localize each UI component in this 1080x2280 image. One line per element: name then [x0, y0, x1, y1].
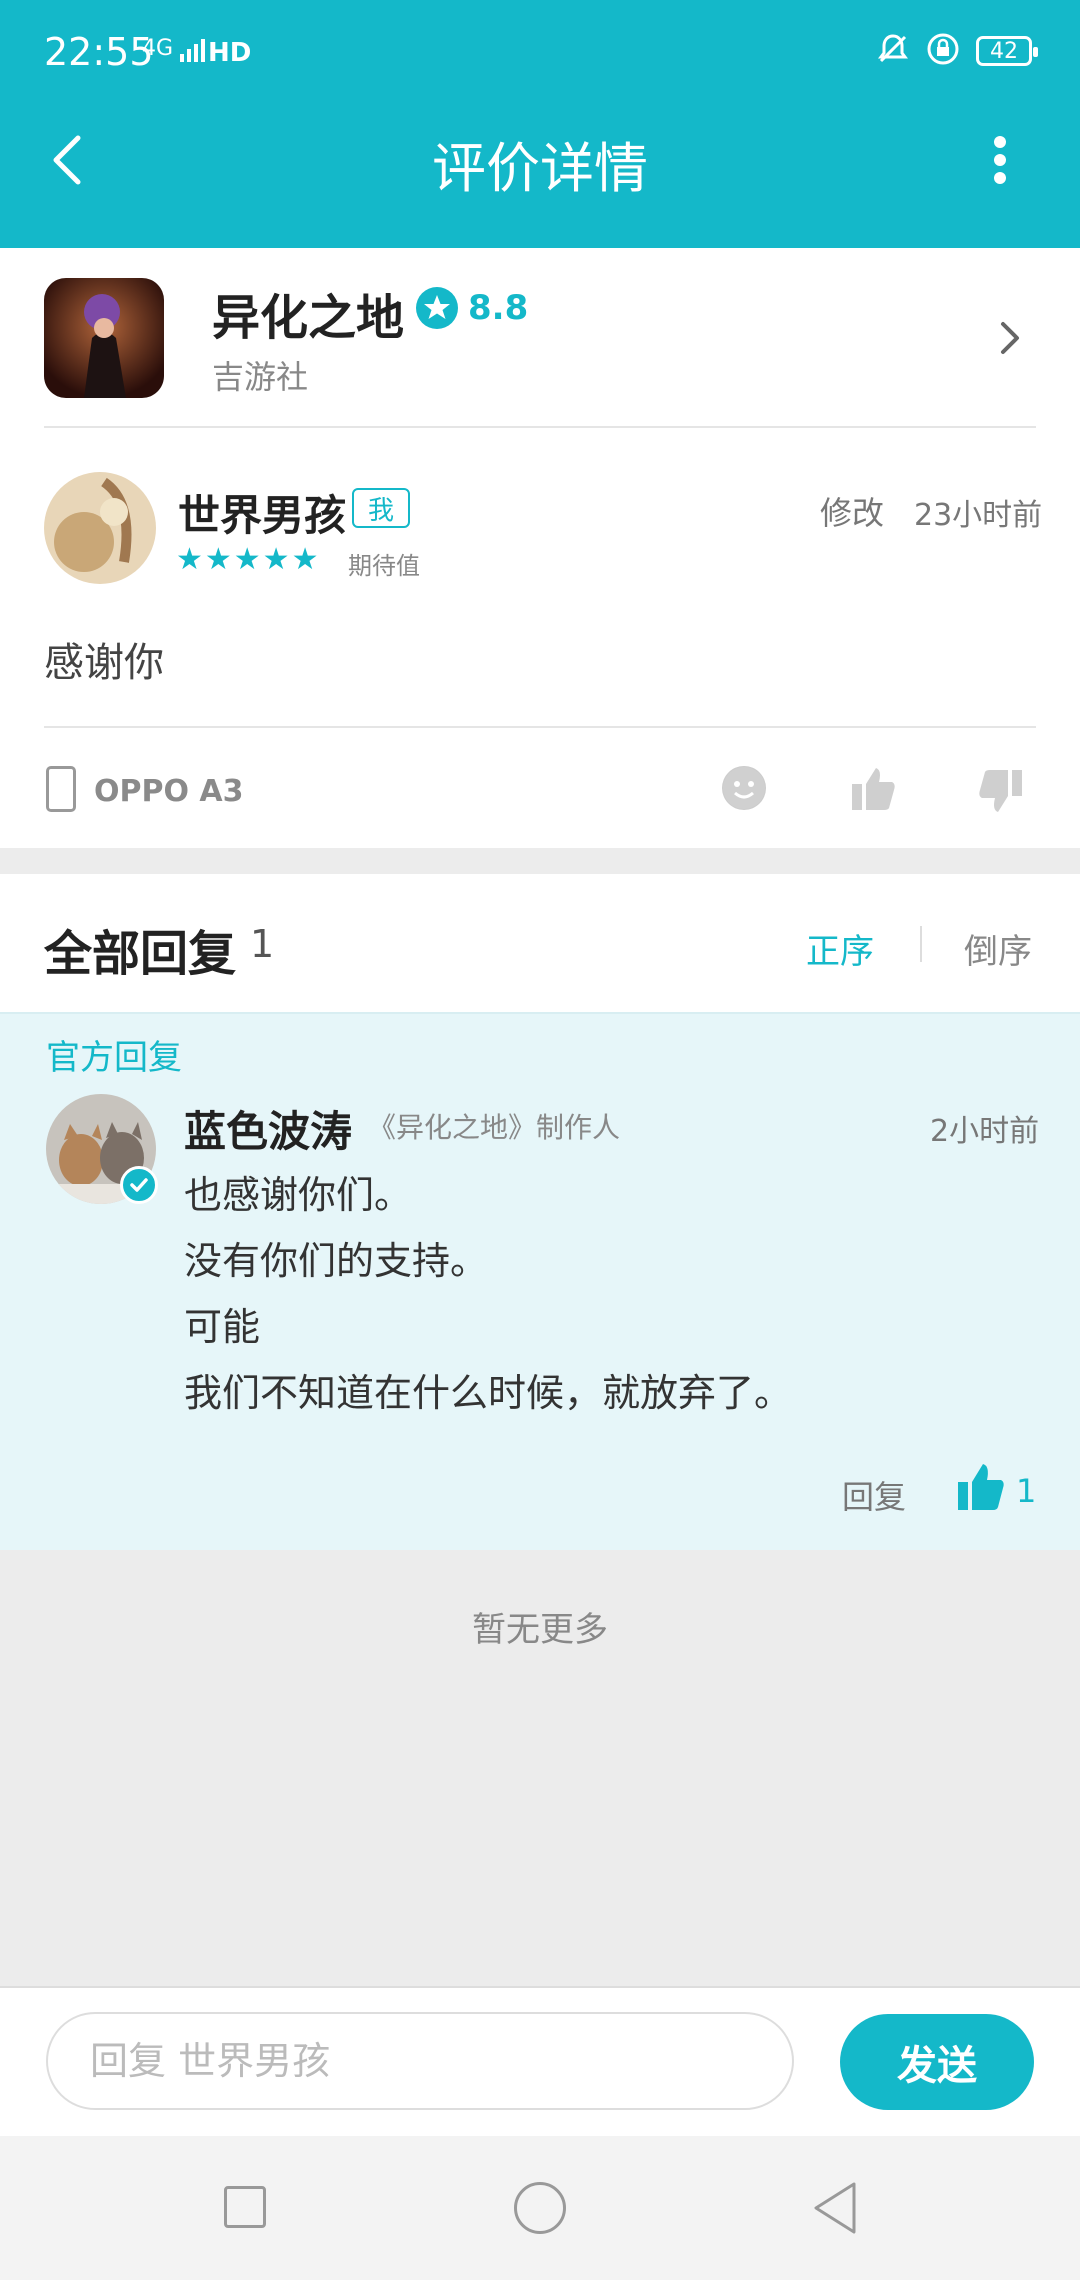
edit-button[interactable]: 修改: [820, 488, 884, 534]
official-reply-card: [0, 1014, 1080, 1550]
send-button[interactable]: 发送: [840, 2014, 1034, 2110]
hd-label: HD: [208, 38, 252, 68]
phone-icon: [46, 766, 76, 812]
sort-descending-button[interactable]: 倒序: [964, 924, 1032, 973]
no-more-label: 暂无更多: [472, 1610, 608, 1650]
avatar[interactable]: [44, 472, 156, 584]
rating-stars: ★★★★★: [176, 542, 321, 577]
replies-count: 1: [250, 922, 275, 966]
status-icons: 42: [876, 32, 1038, 70]
replier-name[interactable]: 蓝色波涛: [184, 1098, 352, 1159]
thumbs-down-icon[interactable]: [976, 766, 1026, 816]
app-publisher: 吉游社: [212, 358, 309, 396]
status-time: 22:55: [44, 30, 154, 74]
device-name: OPPO A3: [94, 774, 244, 809]
app-icon[interactable]: [44, 278, 164, 398]
rating-star-icon: [416, 287, 458, 329]
network-indicator: 4G: [142, 36, 174, 61]
reply-button[interactable]: 回复: [842, 1472, 906, 1518]
chevron-right-icon[interactable]: [995, 318, 1025, 358]
signal-icon: [178, 36, 206, 68]
emoji-icon[interactable]: [722, 766, 766, 810]
back-triangle-icon[interactable]: [810, 2180, 860, 2236]
more-options-button[interactable]: [980, 130, 1020, 200]
reply-line: 可能: [184, 1305, 261, 1349]
sort-divider: [920, 926, 922, 962]
reply-time: 2小时前: [930, 1114, 1040, 1149]
sort-ascending-button[interactable]: 正序: [806, 924, 874, 973]
reply-line: 也感谢你们。: [184, 1173, 413, 1217]
app-name[interactable]: 异化之地: [212, 278, 404, 348]
review-content: 感谢你: [44, 640, 164, 686]
me-badge: 我: [352, 488, 410, 528]
divider: [44, 726, 1036, 728]
review-username[interactable]: 世界男孩: [178, 482, 346, 543]
home-icon[interactable]: [514, 2182, 566, 2234]
recents-icon[interactable]: [224, 2186, 266, 2228]
verified-badge-icon: [120, 1166, 158, 1204]
replier-role: 《异化之地》制作人: [368, 1111, 621, 1144]
thumbs-up-icon[interactable]: [956, 1462, 1006, 1512]
review-time: 23小时前: [914, 498, 1043, 533]
like-count: 1: [1016, 1472, 1037, 1510]
rating-label: 期待值: [348, 552, 420, 580]
page-title: 评价详情: [432, 137, 648, 200]
divider: [44, 426, 1036, 428]
reply-line: 没有你们的支持。: [184, 1239, 489, 1283]
thumbs-up-icon[interactable]: [848, 764, 898, 814]
replies-title: 全部回复: [44, 926, 237, 982]
reply-line: 我们不知道在什么时候，就放弃了。: [184, 1371, 793, 1415]
app-rating: 8.8: [468, 288, 529, 328]
reply-input[interactable]: [46, 2012, 794, 2110]
rotation-lock-icon: [926, 32, 960, 70]
official-reply-label: 官方回复: [46, 1038, 182, 1078]
mute-bell-icon: [876, 32, 910, 70]
battery-icon: 42: [976, 36, 1038, 66]
